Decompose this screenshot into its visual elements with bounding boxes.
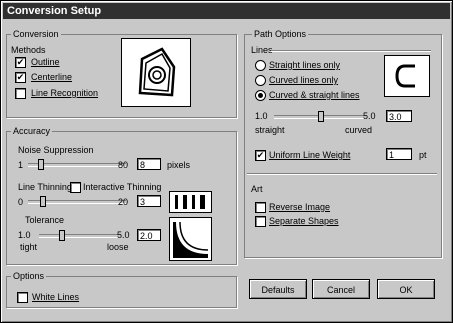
outline-checkbox[interactable]: ✔ (15, 57, 26, 68)
art-label: Art (251, 184, 263, 194)
curved-straight-label[interactable]: Curved & straight lines (269, 90, 360, 100)
white-lines-label[interactable]: White Lines (32, 292, 79, 302)
tolerance-label: Tolerance (25, 215, 65, 225)
tolerance-loose-caption: loose (107, 242, 129, 252)
line-recognition-checkbox[interactable] (15, 88, 26, 99)
lines-divider (271, 50, 431, 52)
curved-straight-radio[interactable] (255, 90, 266, 101)
tolerance-preview-image (169, 217, 212, 261)
reverse-image-label[interactable]: Reverse Image (269, 202, 330, 212)
outline-label[interactable]: Outline (31, 57, 60, 67)
curved-lines-radio[interactable] (255, 75, 266, 86)
methods-label: Methods (11, 45, 46, 55)
interactive-thinning-label[interactable]: Interactive Thinning (83, 182, 161, 192)
curve-corner-icon (173, 221, 209, 258)
defaults-button[interactable]: Defaults (249, 279, 307, 299)
conversion-group-title: Conversion (11, 29, 61, 39)
noise-slider[interactable] (28, 159, 126, 170)
line-bars-icon (175, 195, 205, 209)
accuracy-group-title: Accuracy (11, 126, 53, 136)
interactive-thinning-checkbox[interactable] (70, 182, 81, 193)
curve-bracket-icon (395, 64, 415, 88)
path-options-group-title: Path Options (252, 29, 309, 39)
line-recognition-label[interactable]: Line Recognition (31, 88, 98, 98)
thinning-value-field[interactable]: 3 (137, 195, 161, 207)
curve-max-label: 5.0 (363, 111, 376, 121)
noise-slider-thumb[interactable] (38, 159, 44, 170)
lines-label: Lines (251, 45, 273, 55)
curve-curved-caption: curved (345, 125, 373, 135)
noise-suppression-label: Noise Suppression (18, 145, 94, 155)
line-thinning-label: Line Thinning (18, 182, 72, 192)
uniform-line-weight-checkbox[interactable]: ✔ (255, 150, 266, 161)
tolerance-value-field[interactable]: 2.0 (137, 229, 161, 241)
uniform-weight-field[interactable]: 1 (386, 148, 412, 160)
lines-preview-image (384, 55, 430, 97)
centerline-label[interactable]: Centerline (31, 72, 72, 82)
tolerance-max-label: 5.0 (117, 230, 130, 240)
title-bar: Conversion Setup (3, 3, 450, 19)
straight-lines-label[interactable]: Straight lines only (269, 60, 340, 70)
noise-max-label: 80 (118, 160, 129, 170)
curve-slider[interactable] (274, 111, 366, 122)
curve-straight-caption: straight (255, 125, 285, 135)
thinning-slider-thumb[interactable] (40, 196, 46, 207)
uniform-line-weight-label[interactable]: Uniform Line Weight (269, 150, 350, 160)
tolerance-slider[interactable] (39, 230, 121, 241)
thinning-preview-image (169, 191, 212, 213)
noise-value-field[interactable]: 8 (137, 158, 161, 170)
straight-lines-radio[interactable] (255, 60, 266, 71)
cancel-button[interactable]: Cancel (312, 279, 370, 299)
house-shape-icon (138, 47, 176, 97)
reverse-image-checkbox[interactable] (255, 202, 266, 213)
noise-min-label: 1 (18, 160, 24, 170)
conversion-setup-dialog: Conversion Setup Conversion Methods ✔ Ou… (0, 0, 453, 323)
curve-slider-thumb[interactable] (318, 111, 324, 122)
white-lines-checkbox[interactable] (17, 292, 28, 303)
thinning-min-label: 0 (18, 197, 24, 207)
uniform-weight-unit: pt (419, 150, 427, 160)
noise-unit-label: pixels (167, 160, 191, 170)
thinning-slider[interactable] (28, 196, 126, 207)
curve-value-field[interactable]: 3.0 (386, 110, 412, 122)
separate-shapes-label[interactable]: Separate Shapes (269, 216, 339, 226)
separate-shapes-checkbox[interactable] (255, 216, 266, 227)
art-divider (247, 173, 437, 175)
tolerance-min-label: 1.0 (18, 230, 31, 240)
ok-button[interactable]: OK (377, 279, 435, 299)
tolerance-slider-thumb[interactable] (59, 230, 65, 241)
curve-min-label: 1.0 (255, 111, 268, 121)
options-group-title: Options (11, 271, 47, 281)
centerline-checkbox[interactable]: ✔ (15, 72, 26, 83)
tolerance-tight-caption: tight (20, 242, 38, 252)
thinning-max-label: 20 (118, 197, 129, 207)
curved-lines-label[interactable]: Curved lines only (269, 75, 338, 85)
conversion-preview-image (121, 38, 191, 107)
